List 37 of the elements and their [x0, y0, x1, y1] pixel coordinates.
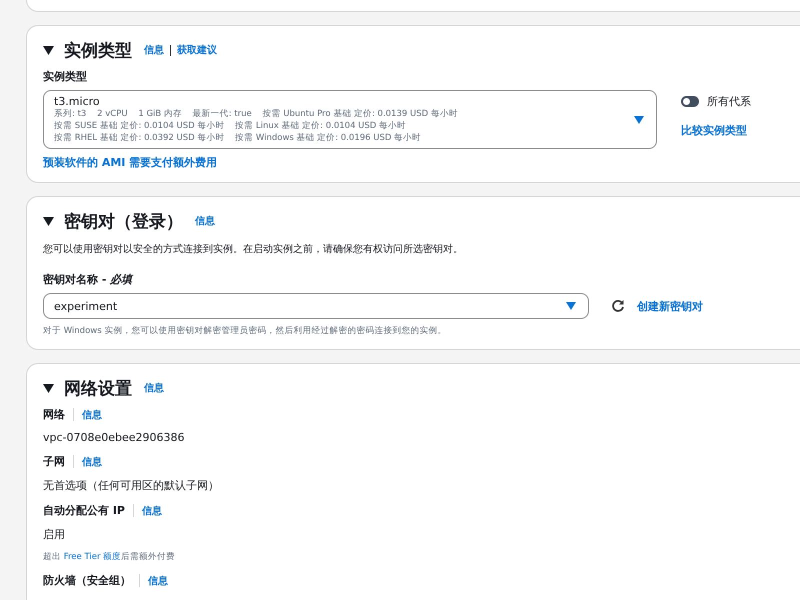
field-label: 实例类型: [43, 69, 88, 84]
field-label: 子网: [43, 454, 65, 469]
section-title: 实例类型: [64, 40, 132, 62]
section-title: 网络设置: [64, 378, 132, 400]
free-tier-link[interactable]: Free Tier 额度: [64, 552, 122, 562]
info-link[interactable]: 信息: [144, 381, 164, 395]
caret-icon: [634, 116, 644, 124]
info-link[interactable]: 信息: [195, 214, 215, 228]
section-title: 密钥对（登录）: [64, 210, 183, 232]
collapse-icon[interactable]: [43, 46, 54, 54]
info-link[interactable]: 信息: [82, 408, 102, 422]
ami-cost-link[interactable]: 预装软件的 AMI 需要支付额外费用: [43, 155, 218, 170]
collapse-icon[interactable]: [43, 384, 54, 392]
field-value: 启用: [43, 527, 66, 542]
refresh-icon[interactable]: [611, 299, 625, 313]
note-text: 超出 Free Tier 额度后需额外付费: [43, 551, 176, 563]
compare-link[interactable]: 比较实例类型: [681, 123, 751, 138]
info-link[interactable]: 信息: [82, 454, 102, 468]
field-value: 无首选项（任何可用区的默认子网）: [43, 478, 220, 493]
toggle-switch[interactable]: [681, 96, 699, 107]
field-label: 自动分配公有 IP: [43, 503, 125, 518]
field-label: 网络: [43, 407, 65, 422]
toggle-label: 所有代系: [707, 94, 751, 109]
info-link[interactable]: 信息: [148, 574, 168, 588]
hint-text: 对于 Windows 实例，您可以使用密钥对解密管理员密码，然后利用经过解密的密码连接到您的实例。: [43, 325, 448, 337]
caret-icon: [566, 302, 576, 310]
field-label: 防火墙（安全组）: [43, 573, 131, 588]
collapse-icon[interactable]: [43, 216, 54, 226]
info-link[interactable]: 信息: [144, 43, 164, 57]
key-pair-dropdown[interactable]: experiment: [43, 293, 589, 319]
recommendation-link[interactable]: 获取建议: [177, 43, 217, 57]
field-label: 密钥对名称 - 必填: [43, 272, 134, 287]
create-key-pair-link[interactable]: 创建新密钥对: [637, 298, 703, 314]
description-text: 您可以使用密钥对以安全的方式连接到实例。在启动实例之前，请确保您有权访问所选密钥对。: [43, 242, 464, 256]
info-link[interactable]: 信息: [142, 504, 162, 518]
field-value: vpc-0708e0ebee2906386: [43, 431, 186, 444]
instance-type-dropdown[interactable]: t3.micro 系列: t3 2 vCPU 1 GiB 内存 最新一代: true 按需 Ubuntu Pro 基础 定价: 0.0139 USD 每小时 按需 SUSE 基础 定价: 0.0104 USD 每小时 按需 Linux 基础 定价: 0.0104 USD 每小时 按需 RHEL 基础 定价: 0.0392 USD 每小时 按需 Windows 基础 定价: 0.0196 USD 每小时: [43, 90, 657, 149]
